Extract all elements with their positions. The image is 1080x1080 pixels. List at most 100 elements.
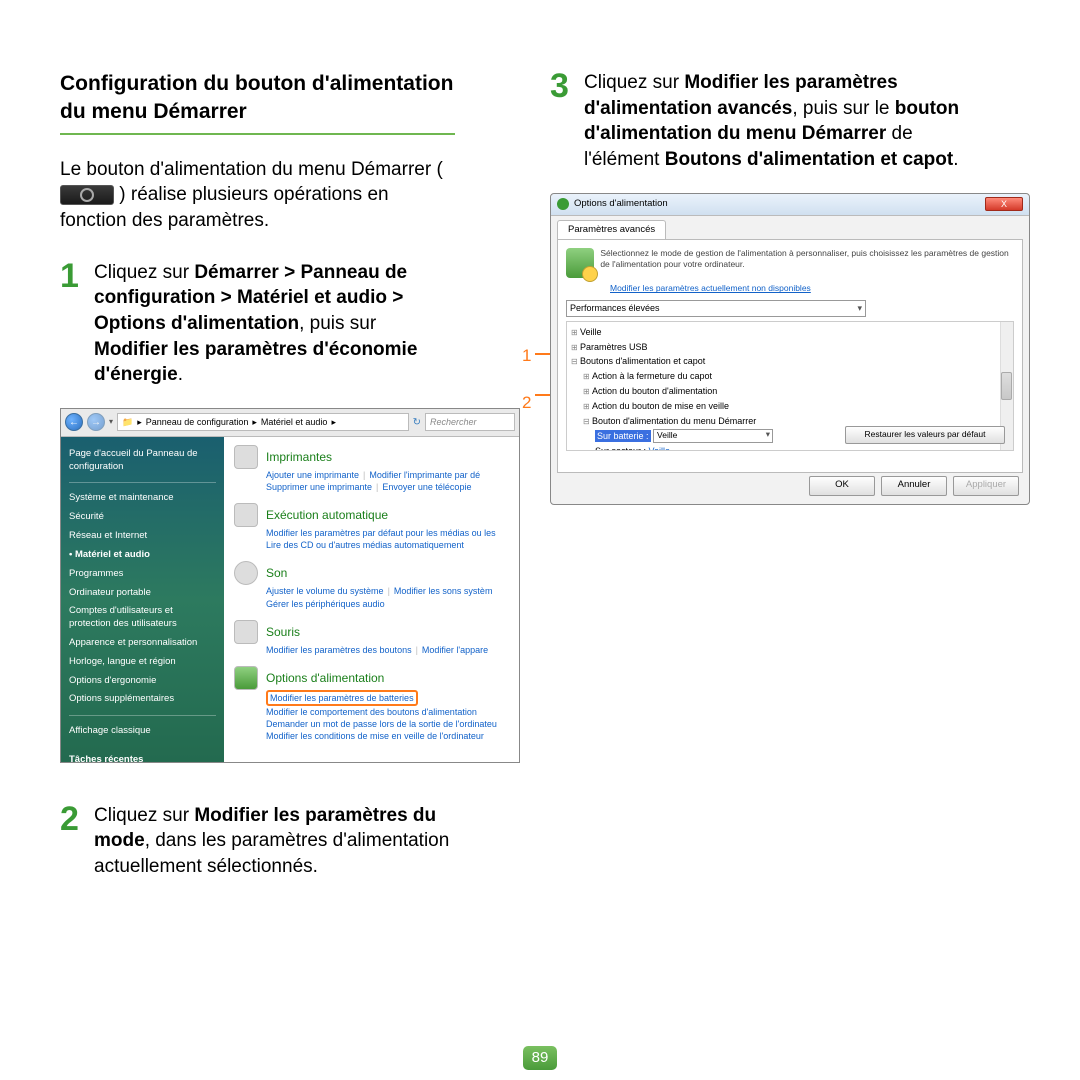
highlighted-link[interactable]: Modifier les paramètres de batteries — [266, 690, 418, 706]
step-2-text: Cliquez sur Modifier les paramètres du m… — [94, 803, 454, 880]
back-button[interactable]: ← — [65, 413, 83, 431]
link[interactable]: Gérer les périphériques audio — [266, 599, 385, 609]
category-autorun: Exécution automatique Modifier les param… — [234, 503, 509, 551]
tab-strip: Paramètres avancés — [551, 216, 1029, 240]
link[interactable]: Modifier les conditions de mise en veill… — [266, 731, 484, 741]
unavailable-settings-link[interactable]: Modifier les paramètres actuellement non… — [610, 283, 1014, 294]
link[interactable]: Demander un mot de passe lors de la sort… — [266, 719, 497, 729]
step-3-text: Cliquez sur Modifier les paramètres d'al… — [584, 70, 984, 173]
mouse-icon — [234, 620, 258, 644]
sidebar-item[interactable]: Comptes d'utilisateurs et protection des… — [69, 602, 216, 634]
apply-button[interactable]: Appliquer — [953, 476, 1019, 496]
screenshot-dialog-wrap: 1 2 Options d'alimentation X Paramètres … — [550, 193, 1030, 505]
link[interactable]: Modifier l'appare — [422, 645, 488, 655]
dialog-titlebar: Options d'alimentation X — [551, 194, 1029, 216]
scrollbar-thumb[interactable] — [1001, 372, 1012, 400]
category-power: Options d'alimentation Modifier les para… — [234, 666, 509, 743]
screenshot-control-panel: ← → ▾ 📁 ▸ Panneau de configuration ▸ Mat… — [60, 408, 520, 763]
tree-lid[interactable]: Action à la fermeture du capot — [571, 369, 1009, 384]
cp-main: Imprimantes Ajouter une imprimante|Modif… — [224, 437, 519, 762]
sidebar-item[interactable]: Sécurité — [69, 508, 216, 527]
settings-tree[interactable]: Veille Paramètres USB Boutons d'alimenta… — [566, 321, 1014, 451]
on-ac-label: Sur secteur : — [595, 446, 646, 450]
link[interactable]: Lire des CD ou d'autres médias automatiq… — [266, 540, 464, 550]
link[interactable]: Modifier les paramètres par défaut pour … — [266, 528, 496, 538]
step-3: 3 Cliquez sur Modifier les paramètres d'… — [550, 70, 1030, 173]
on-ac-value[interactable]: Veille — [649, 446, 671, 450]
cat-title[interactable]: Options d'alimentation — [266, 670, 384, 686]
link[interactable]: Modifier le comportement des boutons d'a… — [266, 707, 477, 717]
power-icon — [234, 666, 258, 690]
link[interactable]: Envoyer une télécopie — [382, 482, 471, 492]
cat-title[interactable]: Son — [266, 565, 287, 581]
callout-1: 1 — [522, 345, 531, 368]
step-1: 1 Cliquez sur Démarrer > Panneau de conf… — [60, 260, 520, 388]
page-number: 89 — [523, 1046, 557, 1070]
sidebar-item-active[interactable]: Matériel et audio — [69, 546, 216, 565]
address-bar: ← → ▾ 📁 ▸ Panneau de configuration ▸ Mat… — [61, 409, 519, 437]
callout-numbers: 1 2 — [522, 345, 531, 439]
sidebar-item[interactable]: Horloge, langue et région — [69, 653, 216, 672]
dialog-buttons: OK Annuler Appliquer — [809, 476, 1019, 496]
section-heading: Configuration du bouton d'alimentation d… — [60, 70, 455, 135]
intro-text-a: Le bouton d'alimentation du menu Démarre… — [60, 159, 443, 180]
tree-usb[interactable]: Paramètres USB — [571, 340, 1009, 355]
sidebar-item[interactable]: Ordinateur portable — [69, 584, 216, 603]
power-button-icon — [60, 185, 114, 205]
restore-defaults-button[interactable]: Restaurer les valeurs par défaut — [845, 426, 1005, 444]
step-2: 2 Cliquez sur Modifier les paramètres du… — [60, 803, 520, 880]
sidebar-item[interactable]: Système et maintenance — [69, 489, 216, 508]
tree-buttons[interactable]: Boutons d'alimentation et capot — [571, 354, 1009, 369]
search-input[interactable]: Rechercher — [425, 413, 515, 431]
sidebar-home[interactable]: Page d'accueil du Panneau de configurati… — [69, 445, 216, 477]
sidebar-item[interactable]: Apparence et personnalisation — [69, 634, 216, 653]
intro-paragraph: Le bouton d'alimentation du menu Démarre… — [60, 157, 455, 234]
power-plan-icon — [566, 248, 594, 278]
breadcrumb-a[interactable]: Panneau de configuration — [146, 416, 249, 428]
sound-icon — [234, 561, 258, 585]
cat-title[interactable]: Exécution automatique — [266, 507, 388, 523]
link[interactable]: Modifier les sons systèm — [394, 586, 493, 596]
tab-advanced[interactable]: Paramètres avancés — [557, 220, 666, 240]
category-mouse: Souris Modifier les paramètres des bouto… — [234, 620, 509, 656]
breadcrumb-b[interactable]: Matériel et audio — [261, 416, 328, 428]
dialog-description: Sélectionnez le mode de gestion de l'ali… — [600, 248, 1014, 269]
link[interactable]: Ajouter une imprimante — [266, 470, 359, 480]
sidebar-recent: Tâches récentes — [69, 751, 216, 763]
sidebar-item[interactable]: Options supplémentaires — [69, 690, 216, 709]
tree-sleepbtn[interactable]: Action du bouton de mise en veille — [571, 399, 1009, 414]
sidebar-item[interactable]: Options d'ergonomie — [69, 672, 216, 691]
tree-veille[interactable]: Veille — [571, 325, 1009, 340]
window-icon — [557, 198, 569, 210]
forward-button[interactable]: → — [87, 413, 105, 431]
on-battery-label: Sur batterie : — [595, 430, 651, 442]
tree-pwrbtn[interactable]: Action du bouton d'alimentation — [571, 384, 1009, 399]
cat-title[interactable]: Souris — [266, 624, 300, 640]
autorun-icon — [234, 503, 258, 527]
close-button[interactable]: X — [985, 197, 1023, 211]
link[interactable]: Ajuster le volume du système — [266, 586, 384, 596]
on-battery-dropdown[interactable]: Veille — [653, 429, 773, 443]
sidebar-classic[interactable]: Affichage classique — [69, 722, 216, 741]
link[interactable]: Modifier les paramètres des boutons — [266, 645, 412, 655]
category-sound: Son Ajuster le volume du système|Modifie… — [234, 561, 509, 609]
sidebar-item[interactable]: Réseau et Internet — [69, 527, 216, 546]
breadcrumb[interactable]: 📁 ▸ Panneau de configuration ▸ Matériel … — [117, 413, 409, 431]
cat-title[interactable]: Imprimantes — [266, 449, 332, 465]
cancel-button[interactable]: Annuler — [881, 476, 947, 496]
refresh-icon[interactable]: ↻ — [413, 416, 421, 430]
category-printers: Imprimantes Ajouter une imprimante|Modif… — [234, 445, 509, 493]
folder-icon: 📁 — [122, 416, 133, 428]
dropdown-icon[interactable]: ▾ — [109, 417, 113, 428]
step-number-2: 2 — [60, 797, 79, 843]
tree-on-ac[interactable]: Sur secteur : Veille — [571, 444, 1009, 450]
step-number-1: 1 — [60, 254, 79, 300]
tab-content: Sélectionnez le mode de gestion de l'ali… — [557, 239, 1023, 473]
link[interactable]: Supprimer une imprimante — [266, 482, 372, 492]
power-options-dialog: Options d'alimentation X Paramètres avan… — [550, 193, 1030, 505]
power-plan-dropdown[interactable]: Performances élevées — [566, 300, 866, 317]
step-number-3: 3 — [550, 64, 569, 110]
link[interactable]: Modifier l'imprimante par dé — [369, 470, 480, 480]
sidebar-item[interactable]: Programmes — [69, 565, 216, 584]
ok-button[interactable]: OK — [809, 476, 875, 496]
